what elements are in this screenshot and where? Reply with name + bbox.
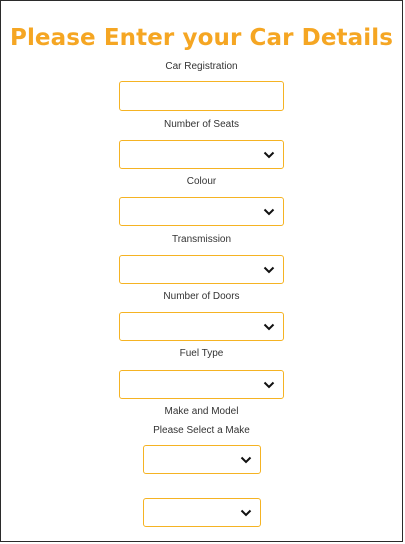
chevron-down-icon (240, 456, 252, 463)
transmission-select[interactable] (119, 255, 284, 284)
chevron-down-icon (263, 323, 275, 330)
number-of-doors-label: Number of Doors (163, 291, 240, 302)
chevron-down-icon (263, 266, 275, 273)
number-of-seats-select[interactable] (119, 140, 284, 169)
car-registration-input[interactable] (119, 81, 284, 111)
model-select[interactable] (143, 498, 261, 527)
fuel-type-select[interactable] (119, 370, 284, 399)
transmission-label: Transmission (171, 234, 232, 245)
select-make-prompt: Please Select a Make (153, 425, 250, 436)
make-select[interactable] (143, 445, 261, 474)
colour-select[interactable] (119, 197, 284, 226)
chevron-down-icon (263, 381, 275, 388)
colour-label: Colour (186, 176, 217, 187)
number-of-doors-select[interactable] (119, 312, 284, 341)
number-of-seats-label: Number of Seats (163, 119, 240, 130)
chevron-down-icon (240, 509, 252, 516)
fuel-type-label: Fuel Type (179, 348, 224, 359)
car-registration-label: Car Registration (165, 61, 238, 72)
chevron-down-icon (263, 208, 275, 215)
make-and-model-label: Make and Model (164, 406, 239, 417)
car-details-form: Please Enter your Car Details Car Regist… (0, 0, 403, 542)
page-title: Please Enter your Car Details (9, 25, 394, 51)
chevron-down-icon (263, 151, 275, 158)
